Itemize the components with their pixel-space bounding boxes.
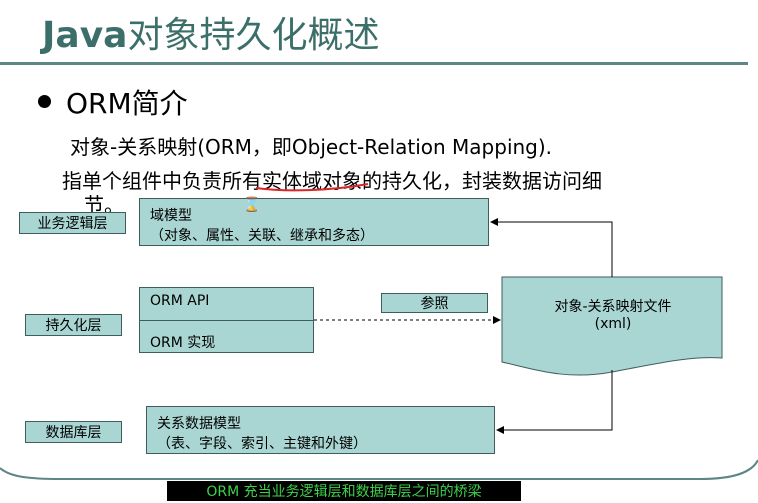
mapping-file-label: 对象-关系映射文件 (554, 299, 672, 315)
relational-model-connector (496, 370, 613, 434)
mapping-file-format: (xml) (594, 316, 632, 332)
bottom-frame-arc (0, 459, 758, 480)
diagram-overlay (0, 183, 758, 480)
domain-model-connector (490, 218, 613, 277)
hourglass-icon: ⌛ (243, 197, 261, 213)
red-underline-annotation (255, 183, 369, 192)
caption-banner: ORM 充当业务逻辑层和数据库层之间的桥梁 (167, 481, 521, 501)
